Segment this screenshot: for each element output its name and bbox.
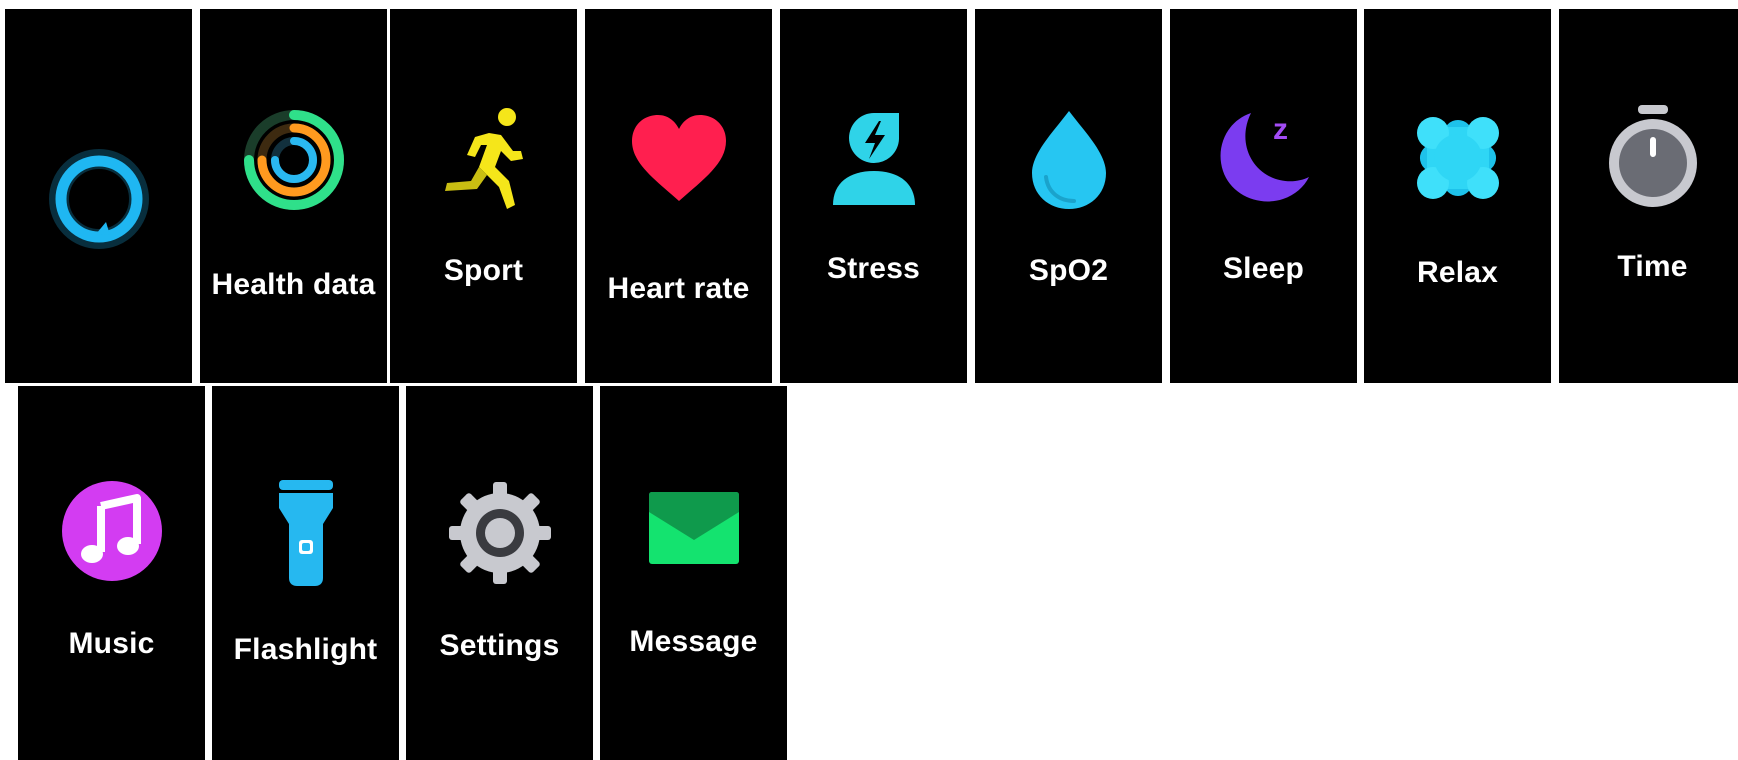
- app-tile-spo2[interactable]: SpO2: [975, 9, 1162, 383]
- music-note-icon: [18, 478, 205, 584]
- app-label: Music: [68, 627, 155, 660]
- app-label: Health data: [211, 268, 376, 301]
- app-label: SpO2: [1028, 254, 1109, 287]
- app-label: Sport: [443, 254, 524, 287]
- flashlight-icon: [212, 478, 399, 588]
- app-tile-music[interactable]: Music: [18, 386, 205, 760]
- app-tile-sport[interactable]: Sport: [390, 9, 577, 383]
- app-label: Settings: [439, 629, 560, 662]
- app-label: Flashlight: [233, 633, 378, 666]
- running-person-icon: [390, 105, 577, 215]
- lotus-flower-icon: [1364, 103, 1551, 213]
- heart-icon: [585, 109, 772, 209]
- app-tile-health-data[interactable]: Health data: [200, 9, 387, 383]
- app-label: Heart rate: [607, 272, 750, 305]
- app-tile-alexa[interactable]: [5, 9, 192, 383]
- svg-text:z: z: [1273, 113, 1288, 146]
- envelope-icon: [600, 488, 787, 568]
- app-label: Relax: [1416, 256, 1499, 289]
- app-tile-relax[interactable]: Relax: [1364, 9, 1551, 383]
- activity-rings-icon: [200, 105, 387, 215]
- app-label: Message: [629, 625, 758, 658]
- app-tile-settings[interactable]: Settings: [406, 386, 593, 760]
- app-tile-message[interactable]: Message: [600, 386, 787, 760]
- water-drop-icon: [975, 107, 1162, 212]
- app-label: Sleep: [1222, 252, 1305, 285]
- app-label: Time: [1617, 250, 1688, 283]
- stopwatch-icon: [1559, 103, 1738, 213]
- app-tile-time[interactable]: Time: [1559, 9, 1738, 383]
- app-tile-sleep[interactable]: z Sleep: [1170, 9, 1357, 383]
- alexa-ring-icon: [5, 144, 192, 254]
- stress-person-icon: [780, 109, 967, 209]
- app-tile-flashlight[interactable]: Flashlight: [212, 386, 399, 760]
- app-tile-heart-rate[interactable]: Heart rate: [585, 9, 772, 383]
- app-label: Stress: [827, 252, 920, 285]
- app-tile-stress[interactable]: Stress: [780, 9, 967, 383]
- gear-icon: [406, 480, 593, 586]
- moon-icon: z: [1170, 109, 1357, 209]
